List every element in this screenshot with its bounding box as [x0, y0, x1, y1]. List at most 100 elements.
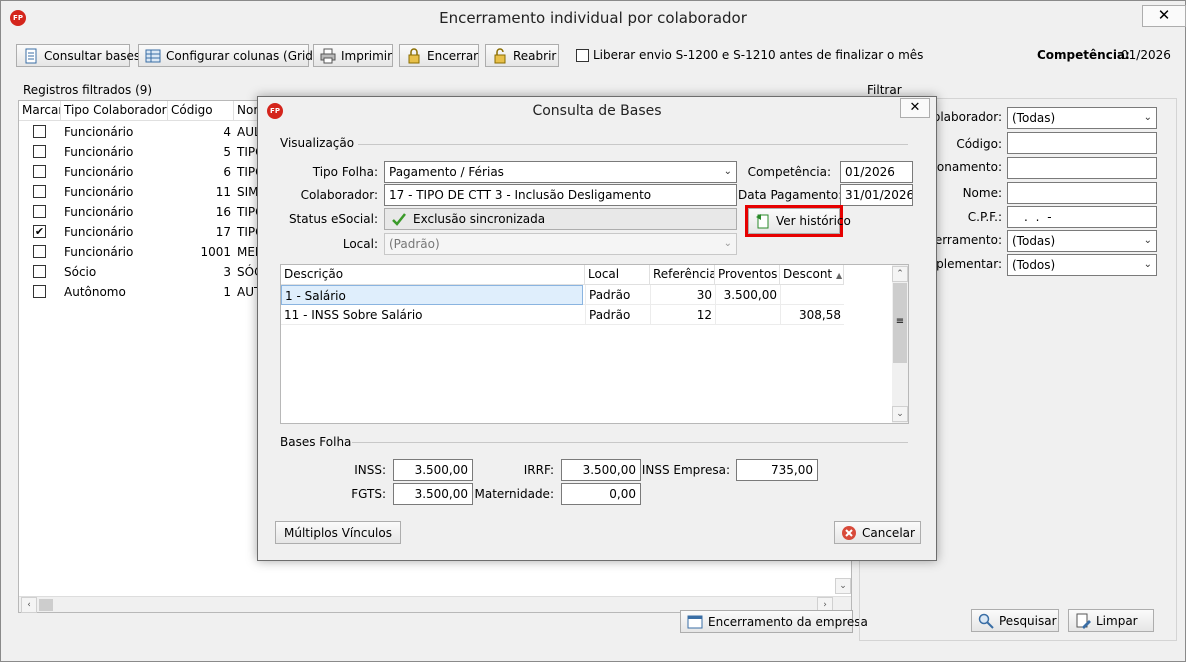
table-row[interactable]: ✔ Funcionário 17 TIPO — [19, 222, 274, 242]
column-header-marcar[interactable]: Marcar — [19, 101, 61, 121]
table-row[interactable]: Funcionário 4 AUL — [19, 122, 274, 142]
cell-codigo: 5 — [223, 145, 231, 159]
filtro-codigo-input[interactable] — [1007, 132, 1157, 154]
main-close-button[interactable]: ✕ — [1142, 5, 1186, 27]
filtro-colaborador-select[interactable]: (Todas) ⌄ — [1007, 107, 1157, 129]
encerrar-button[interactable]: Encerrar — [399, 44, 479, 67]
table-row[interactable]: 1 - Salário Padrão 30 3.500,00 — [281, 285, 844, 305]
filtro-encerramento-select[interactable]: (Todas) ⌄ — [1007, 230, 1157, 252]
consultar-bases-button[interactable]: Consultar bases — [16, 44, 140, 67]
dialog-competencia-input[interactable]: 01/2026 — [840, 161, 913, 183]
marcar-checkbox[interactable] — [33, 185, 46, 198]
encerramento-empresa-label: Encerramento da empresa — [708, 614, 868, 629]
cell-descontos — [780, 285, 844, 305]
eraser-icon — [1075, 613, 1091, 629]
cell-local: Padrão — [585, 305, 650, 325]
column-header-referencia[interactable]: Referência — [650, 265, 715, 285]
inss-empresa-input[interactable]: 735,00 — [736, 459, 818, 481]
filtrar-title: Filtrar — [867, 83, 902, 97]
imprimir-button[interactable]: Imprimir — [313, 44, 393, 67]
filtro-relacionamento-input[interactable] — [1007, 157, 1157, 179]
column-header-descontos[interactable]: Descont ▲ — [780, 265, 844, 285]
scroll-thumb[interactable] — [39, 599, 53, 611]
marcar-checkbox[interactable] — [33, 265, 46, 278]
marcar-checkbox[interactable] — [33, 125, 46, 138]
registros-title: Registros filtrados (9) — [23, 83, 153, 97]
cell-descricao: 11 - INSS Sobre Salário — [284, 308, 423, 322]
irrf-input[interactable]: 3.500,00 — [561, 459, 641, 481]
data-pagamento-input[interactable]: 31/01/2026 — [840, 184, 913, 206]
liberar-envio-label: Liberar envio S-1200 e S-1210 antes de f… — [593, 48, 924, 62]
dialog-title: Consulta de Bases — [532, 103, 662, 119]
colaborador-input[interactable]: 17 - TIPO DE CTT 3 - Inclusão Desligamen… — [384, 184, 737, 206]
configurar-colunas-label: Configurar colunas (Grid) — [166, 48, 318, 63]
limpar-button[interactable]: Limpar — [1068, 609, 1154, 632]
marcar-checkbox[interactable] — [33, 205, 46, 218]
scroll-thumb[interactable]: ≡ — [893, 283, 907, 363]
marcar-checkbox[interactable] — [33, 145, 46, 158]
tipo-folha-select[interactable]: Pagamento / Férias ⌄ — [384, 161, 737, 183]
colaborador-label: Colaborador: — [300, 188, 378, 202]
cell-tipo: Funcionário — [64, 245, 134, 259]
cell-codigo: 16 — [215, 205, 231, 219]
table-row[interactable]: Funcionário 16 TIPO — [19, 202, 274, 222]
magnifier-icon — [978, 613, 994, 629]
column-header-descricao[interactable]: Descrição — [281, 265, 585, 285]
marcar-checkbox[interactable] — [33, 285, 46, 298]
bases-folha-divider — [352, 442, 908, 443]
local-select[interactable]: (Padrão) ⌄ — [384, 233, 737, 255]
scroll-up-button[interactable]: ⌃ — [892, 266, 908, 282]
column-header-proventos[interactable]: Proventos — [715, 265, 780, 285]
reabrir-button[interactable]: Reabrir — [485, 44, 559, 67]
column-header-tipo[interactable]: Tipo Colaborador — [61, 101, 168, 121]
table-row[interactable]: Funcionário 11 SIM — [19, 182, 274, 202]
encerramento-empresa-button[interactable]: Encerramento da empresa — [680, 610, 868, 633]
fgts-input[interactable]: 3.500,00 — [393, 483, 473, 505]
cell-proventos — [715, 305, 780, 325]
visualizacao-label: Visualização — [280, 136, 355, 150]
local-label: Local: — [342, 237, 378, 251]
cell-codigo: 11 — [215, 185, 231, 199]
inss-label: INSS: — [354, 463, 386, 477]
configurar-colunas-button[interactable]: Configurar colunas (Grid) — [138, 44, 318, 67]
filtro-complementar-select[interactable]: (Todos) ⌄ — [1007, 254, 1157, 276]
ver-historico-button[interactable]: Ver histórico — [748, 208, 851, 234]
cancelar-button[interactable]: Cancelar — [834, 521, 921, 544]
liberar-envio-checkbox[interactable] — [576, 49, 589, 62]
window-icon — [687, 614, 703, 630]
table-row[interactable]: Funcionário 1001 MEN — [19, 242, 274, 262]
cell-local: Padrão — [585, 285, 650, 305]
limpar-label: Limpar — [1096, 613, 1138, 628]
table-row[interactable]: 11 - INSS Sobre Salário Padrão 12 308,58 — [281, 305, 844, 325]
table-row[interactable]: Funcionário 5 TIPO — [19, 142, 274, 162]
cell-tipo: Funcionário — [64, 205, 134, 219]
column-header-local[interactable]: Local — [585, 265, 650, 285]
encerrar-label: Encerrar — [427, 48, 479, 63]
table-row[interactable]: Sócio 3 SÓC — [19, 262, 274, 282]
cell-proventos: 3.500,00 — [715, 285, 780, 305]
inss-input[interactable]: 3.500,00 — [393, 459, 473, 481]
scroll-down-button[interactable]: ⌄ — [892, 406, 908, 422]
bases-vertical-scrollbar[interactable]: ⌃ ≡ ⌄ — [892, 265, 908, 423]
history-icon — [755, 213, 771, 229]
filtro-nome-input[interactable] — [1007, 182, 1157, 204]
multiplos-vinculos-button[interactable]: Múltiplos Vínculos — [275, 521, 401, 544]
maternidade-input[interactable]: 0,00 — [561, 483, 641, 505]
maternidade-label: Maternidade: — [474, 487, 554, 501]
cell-descontos: 308,58 — [780, 305, 844, 325]
scroll-down-button[interactable]: ⌄ — [835, 578, 851, 594]
reabrir-label: Reabrir — [513, 48, 557, 63]
table-row[interactable]: Funcionário 6 TIPO — [19, 162, 274, 182]
column-header-codigo[interactable]: Código — [168, 101, 234, 121]
table-row[interactable]: Autônomo 1 AUT — [19, 282, 274, 302]
marcar-checkbox[interactable] — [33, 245, 46, 258]
chevron-down-icon: ⌄ — [723, 166, 732, 177]
main-window-title: Encerramento individual por colaborador — [439, 9, 747, 27]
pesquisar-button[interactable]: Pesquisar — [971, 609, 1059, 632]
filtro-cpf-input[interactable]: . . - — [1007, 206, 1157, 228]
marcar-checkbox[interactable] — [33, 165, 46, 178]
scroll-left-button[interactable]: ‹ — [21, 597, 37, 613]
marcar-checkbox[interactable]: ✔ — [33, 225, 46, 238]
dialog-close-button[interactable]: ✕ — [900, 98, 930, 118]
filtro-complementar-value: (Todos) — [1012, 258, 1056, 272]
